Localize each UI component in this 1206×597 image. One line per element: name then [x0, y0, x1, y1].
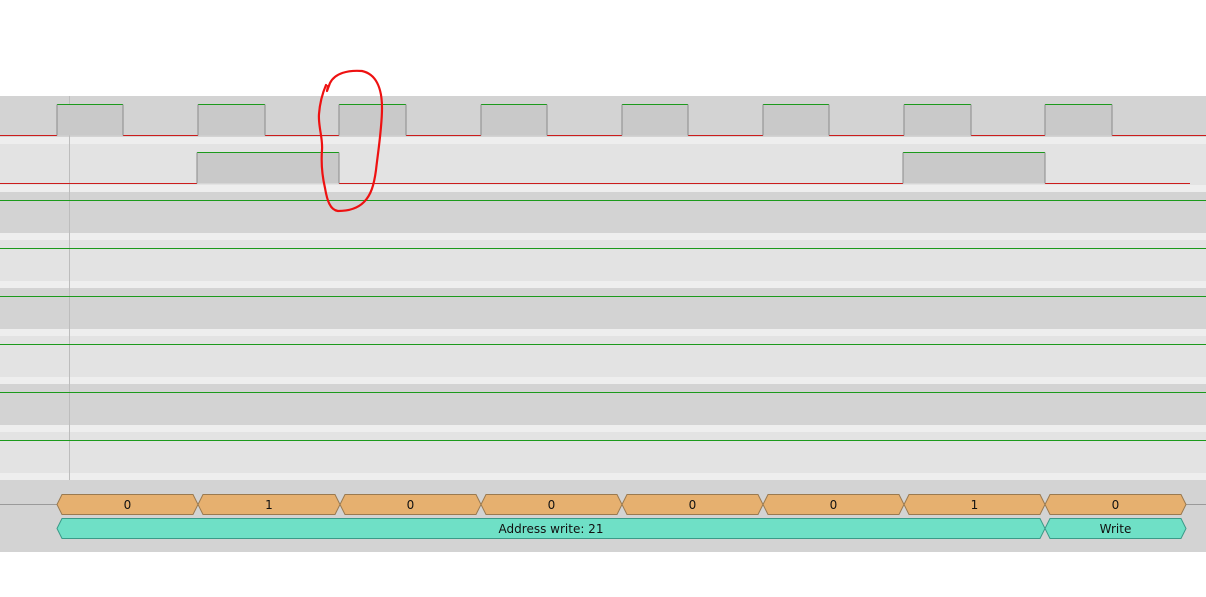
decoded-bit-2[interactable]: 0 [339, 494, 482, 515]
pulse-fill [481, 104, 547, 136]
pulse-fill [339, 104, 406, 136]
frame-label: Address write: 21 [499, 522, 604, 536]
lane-separator [0, 281, 1206, 288]
protocol-decoder-row: 0 1 0 0 0 0 1 0 Address write: 21 Write [0, 480, 1206, 552]
lane-scl[interactable] [0, 96, 1206, 137]
lane-separator [0, 233, 1206, 240]
decoder-lane[interactable] [0, 480, 1206, 552]
decoded-bit-3[interactable]: 0 [480, 494, 623, 515]
lane-ch3[interactable] [0, 240, 1206, 281]
pulse-fill [763, 104, 829, 136]
pulse-fill [197, 152, 339, 184]
pulse-fill [198, 104, 265, 136]
decoded-bit-6[interactable]: 1 [903, 494, 1046, 515]
frame-label: Write [1100, 522, 1132, 536]
pulse-fill [1045, 104, 1112, 136]
address-frame[interactable]: Address write: 21 [56, 518, 1046, 539]
bit-label: 1 [265, 498, 273, 512]
bit-label: 0 [1112, 498, 1120, 512]
lane-separator [0, 329, 1206, 336]
lane-ch5[interactable] [0, 336, 1206, 377]
lane-ch6[interactable] [0, 384, 1206, 425]
lane-separator [0, 185, 1206, 192]
decoded-bit-1[interactable]: 1 [197, 494, 341, 515]
pulse-fill [57, 104, 123, 136]
rw-frame[interactable]: Write [1044, 518, 1187, 539]
bit-label: 0 [124, 498, 132, 512]
waveform-view[interactable]: 0 1 0 0 0 0 1 0 Address write: 21 Write [0, 0, 1206, 597]
lane-separator [0, 425, 1206, 432]
lane-ch4[interactable] [0, 288, 1206, 329]
bit-label: 0 [830, 498, 838, 512]
decoded-bit-5[interactable]: 0 [762, 494, 905, 515]
lane-ch2[interactable] [0, 192, 1206, 233]
lane-separator [0, 377, 1206, 384]
lane-separator [0, 473, 1206, 480]
decoded-bit-4[interactable]: 0 [621, 494, 764, 515]
bit-label: 0 [689, 498, 697, 512]
bit-label: 0 [548, 498, 556, 512]
lane-ch7[interactable] [0, 432, 1206, 473]
pulse-fill [622, 104, 688, 136]
decoded-bit-7[interactable]: 0 [1044, 494, 1187, 515]
bit-label: 1 [971, 498, 979, 512]
bit-label: 0 [407, 498, 415, 512]
lane-separator [0, 137, 1206, 144]
pulse-fill [903, 152, 1045, 184]
decoded-bit-0[interactable]: 0 [56, 494, 199, 515]
pulse-fill [904, 104, 971, 136]
